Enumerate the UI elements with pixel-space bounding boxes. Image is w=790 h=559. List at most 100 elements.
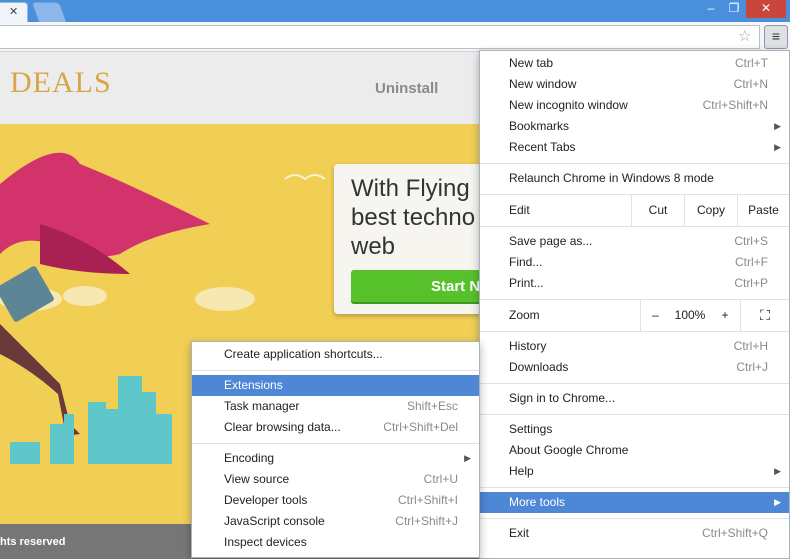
- zoom-out-button[interactable]: –: [640, 300, 670, 331]
- menu-item-label: Relaunch Chrome in Windows 8 mode: [509, 171, 714, 185]
- menu-item-more-tools[interactable]: More tools ▶: [480, 492, 789, 513]
- browser-toolbar: ☆ ≡: [0, 22, 790, 52]
- submenu-arrow-icon: ▶: [774, 121, 781, 131]
- menu-item-label: Help: [509, 464, 534, 478]
- submenu-item-create-shortcuts[interactable]: Create application shortcuts...: [192, 344, 479, 365]
- menu-item-label: Recent Tabs: [509, 140, 576, 154]
- browser-tab[interactable]: ✕: [0, 2, 28, 22]
- menu-item-label: Downloads: [509, 360, 569, 374]
- close-button[interactable]: ✕: [746, 0, 786, 18]
- chrome-menu: New tab Ctrl+T New window Ctrl+N New incog…: [479, 50, 790, 559]
- shortcut-text: Ctrl+F: [735, 255, 768, 269]
- menu-item-bookmarks[interactable]: Bookmarks ▶: [480, 116, 789, 137]
- menu-item-save-page[interactable]: Save page as... Ctrl+S: [480, 231, 789, 252]
- shortcut-text: Ctrl+Shift+N: [702, 98, 768, 112]
- footer-copyright: hts reserved: [0, 536, 66, 548]
- submenu-item-label: Inspect devices: [224, 535, 307, 549]
- menu-item-label: Find...: [509, 255, 543, 269]
- menu-item-about[interactable]: About Google Chrome: [480, 440, 789, 461]
- submenu-arrow-icon: ▶: [464, 453, 471, 463]
- submenu-item-js-console[interactable]: JavaScript console Ctrl+Shift+J: [192, 511, 479, 532]
- menu-separator: [480, 226, 789, 227]
- submenu-item-label: Encoding: [224, 451, 275, 465]
- maximize-button[interactable]: ❐: [724, 0, 744, 18]
- menu-item-new-tab[interactable]: New tab Ctrl+T: [480, 53, 789, 74]
- menu-separator: [192, 370, 479, 371]
- shortcut-text: Ctrl+Shift+J: [395, 514, 458, 528]
- shortcut-text: Ctrl+T: [735, 56, 768, 70]
- site-logo[interactable]: DEALS: [10, 66, 112, 100]
- shortcut-text: Shift+Esc: [406, 399, 458, 413]
- shortcut-text: Ctrl+Shift+I: [397, 493, 458, 507]
- paste-button[interactable]: Paste: [737, 195, 789, 226]
- submenu-item-label: Task manager: [224, 399, 300, 413]
- menu-separator: [480, 414, 789, 415]
- menu-item-new-incognito[interactable]: New incognito window Ctrl+Shift+N: [480, 95, 789, 116]
- menu-item-label: New window: [509, 77, 577, 91]
- address-bar[interactable]: ☆: [0, 25, 760, 49]
- copy-button[interactable]: Copy: [684, 195, 737, 226]
- menu-item-print[interactable]: Print... Ctrl+P: [480, 273, 789, 294]
- shortcut-text: Ctrl+Shift+Del: [383, 420, 458, 434]
- new-tab-button[interactable]: [31, 2, 67, 22]
- submenu-item-encoding[interactable]: Encoding ▶: [192, 448, 479, 469]
- zoom-level: 100%: [674, 308, 706, 322]
- menu-item-label: Exit: [509, 526, 530, 540]
- submenu-item-task-manager[interactable]: Task manager Shift+Esc: [192, 396, 479, 417]
- menu-item-label: More tools: [509, 495, 566, 509]
- menu-item-downloads[interactable]: Downloads Ctrl+J: [480, 357, 789, 378]
- tab-close-icon[interactable]: ✕: [9, 3, 18, 21]
- menu-item-help[interactable]: Help ▶: [480, 461, 789, 482]
- menu-item-label: New tab: [509, 56, 554, 70]
- menu-item-relaunch[interactable]: Relaunch Chrome in Windows 8 mode: [480, 168, 789, 189]
- title-bar: ✕ – ❐ ✕: [0, 0, 790, 22]
- submenu-item-label: JavaScript console: [224, 514, 325, 528]
- submenu-arrow-icon: ▶: [774, 497, 781, 507]
- shortcut-text: Ctrl+U: [423, 472, 458, 486]
- menu-item-find[interactable]: Find... Ctrl+F: [480, 252, 789, 273]
- menu-item-new-window[interactable]: New window Ctrl+N: [480, 74, 789, 95]
- menu-item-settings[interactable]: Settings: [480, 419, 789, 440]
- menu-item-label: History: [509, 339, 547, 353]
- shortcut-text: Ctrl+S: [734, 234, 768, 248]
- nav-uninstall-link[interactable]: Uninstall: [375, 80, 438, 97]
- menu-separator: [480, 331, 789, 332]
- more-tools-submenu: Create application shortcuts... Extensio…: [191, 341, 480, 558]
- menu-item-recent-tabs[interactable]: Recent Tabs ▶: [480, 137, 789, 158]
- zoom-in-button[interactable]: +: [710, 300, 740, 331]
- shortcut-text: Ctrl+Shift+Q: [701, 526, 768, 540]
- menu-item-exit[interactable]: Exit Ctrl+Shift+Q: [480, 523, 789, 544]
- menu-item-label: Save page as...: [509, 234, 593, 248]
- minimize-button[interactable]: –: [698, 0, 724, 18]
- menu-item-sign-in[interactable]: Sign in to Chrome...: [480, 388, 789, 409]
- submenu-item-label: Create application shortcuts...: [224, 347, 383, 361]
- menu-item-label: Print...: [509, 276, 544, 290]
- submenu-item-view-source[interactable]: View source Ctrl+U: [192, 469, 479, 490]
- menu-separator: [480, 163, 789, 164]
- menu-item-label: New incognito window: [509, 98, 628, 112]
- submenu-item-label: Clear browsing data...: [224, 420, 341, 434]
- menu-item-history[interactable]: History Ctrl+H: [480, 336, 789, 357]
- shortcut-text: Ctrl+N: [733, 77, 768, 91]
- chrome-menu-button[interactable]: ≡: [764, 25, 788, 49]
- submenu-item-developer-tools[interactable]: Developer tools Ctrl+Shift+I: [192, 490, 479, 511]
- submenu-item-label: Extensions: [224, 378, 283, 392]
- menu-item-label: About Google Chrome: [509, 443, 629, 457]
- shortcut-text: Ctrl+H: [733, 339, 768, 353]
- submenu-item-inspect-devices[interactable]: Inspect devices: [192, 532, 479, 553]
- submenu-item-label: Developer tools: [224, 493, 308, 507]
- menu-item-label: Edit: [509, 203, 530, 217]
- menu-item-label: Bookmarks: [509, 119, 570, 133]
- menu-separator: [480, 487, 789, 488]
- cut-button[interactable]: Cut: [631, 195, 684, 226]
- menu-item-label: Sign in to Chrome...: [509, 391, 616, 405]
- submenu-arrow-icon: ▶: [774, 466, 781, 476]
- submenu-item-extensions[interactable]: Extensions: [192, 375, 479, 396]
- shortcut-text: Ctrl+J: [736, 360, 768, 374]
- menu-item-label: Settings: [509, 422, 553, 436]
- menu-separator: [480, 383, 789, 384]
- submenu-item-clear-data[interactable]: Clear browsing data... Ctrl+Shift+Del: [192, 417, 479, 438]
- bookmark-star-icon[interactable]: ☆: [738, 27, 751, 45]
- submenu-item-label: View source: [224, 472, 290, 486]
- fullscreen-icon[interactable]: ⛶: [740, 300, 789, 331]
